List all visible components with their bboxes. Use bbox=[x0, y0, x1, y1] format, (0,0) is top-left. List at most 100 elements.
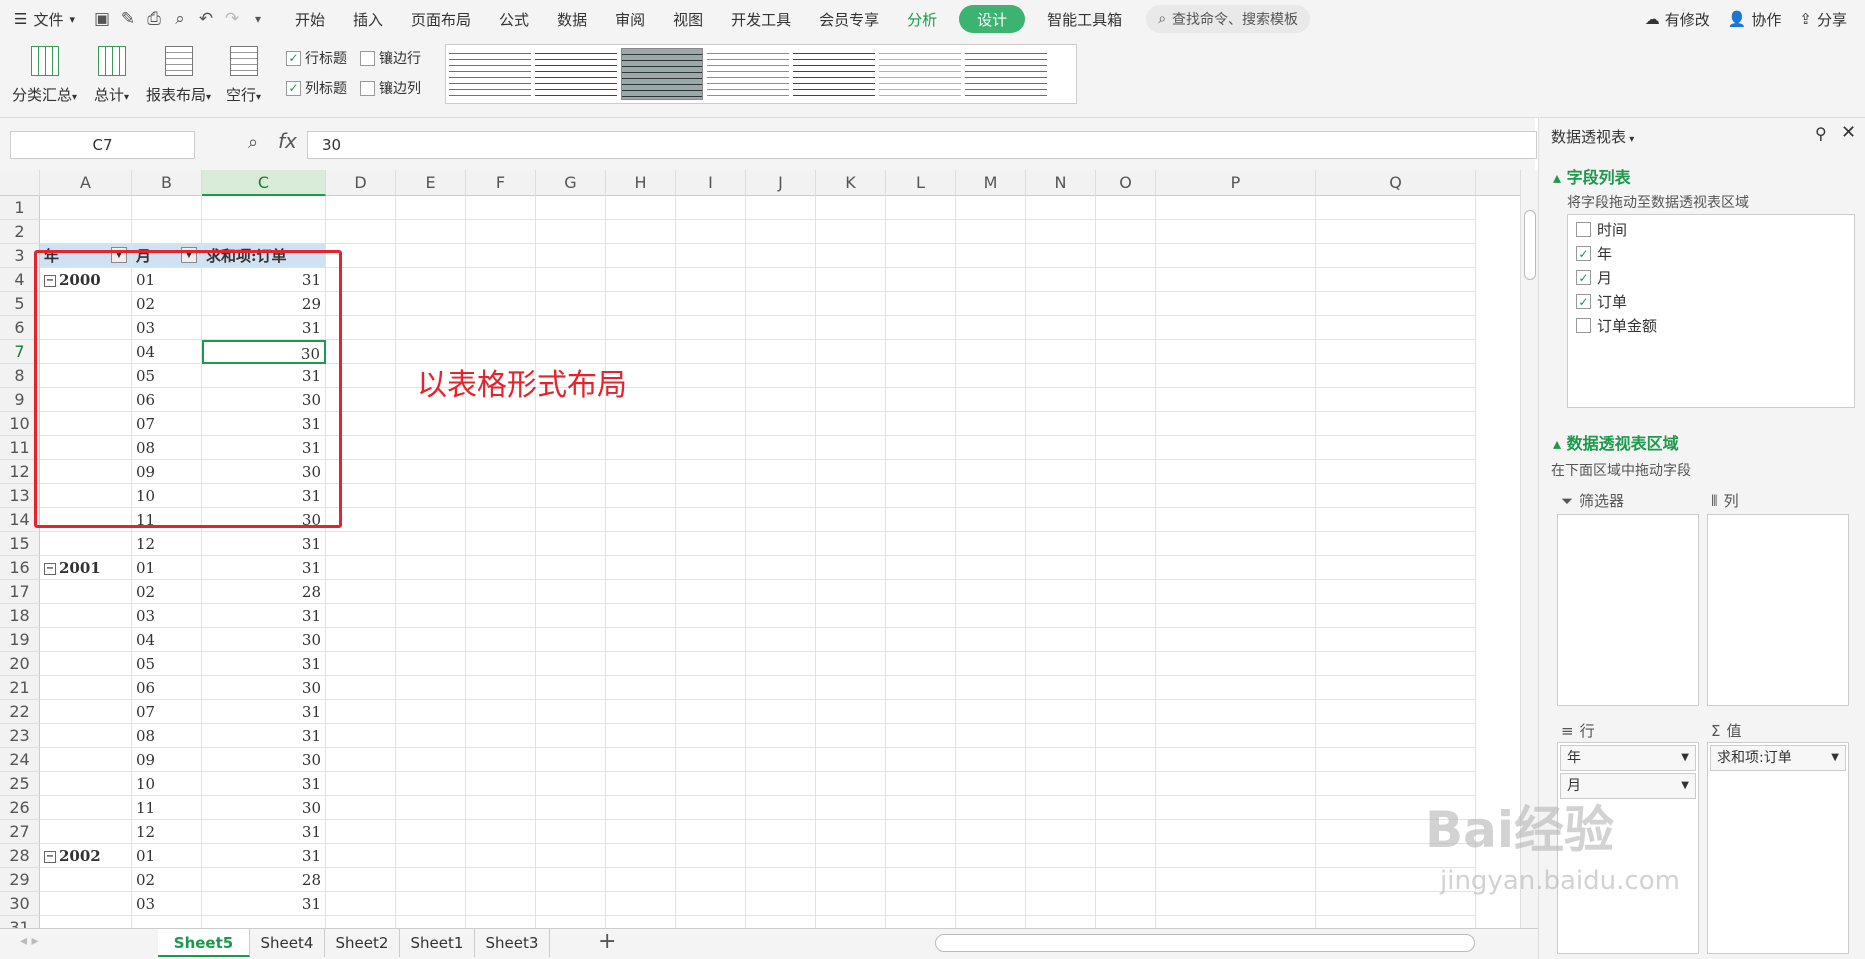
column-header-A[interactable]: A bbox=[40, 170, 132, 196]
cell-M15[interactable] bbox=[956, 532, 1026, 556]
cell-C28[interactable]: 31 bbox=[202, 844, 326, 868]
cell-J11[interactable] bbox=[746, 436, 816, 460]
tab-7[interactable]: 开发工具 bbox=[717, 0, 805, 38]
cell-D31[interactable] bbox=[326, 916, 396, 928]
column-header-H[interactable]: H bbox=[606, 170, 676, 196]
cell-G29[interactable] bbox=[536, 868, 606, 892]
cell-G2[interactable] bbox=[536, 220, 606, 244]
cell-O24[interactable] bbox=[1096, 748, 1156, 772]
undo-icon[interactable]: ↶ bbox=[193, 0, 219, 38]
cell-O16[interactable] bbox=[1096, 556, 1156, 580]
cell-L9[interactable] bbox=[886, 388, 956, 412]
subtotal-button[interactable]: 分类汇总▾ bbox=[12, 46, 77, 105]
pivot-style-6[interactable] bbox=[879, 48, 961, 100]
cell-F31[interactable] bbox=[466, 916, 536, 928]
row-header[interactable]: 21 bbox=[0, 676, 40, 700]
cell-F20[interactable] bbox=[466, 652, 536, 676]
cell-M12[interactable] bbox=[956, 460, 1026, 484]
cell-E17[interactable] bbox=[396, 580, 466, 604]
cell-P15[interactable] bbox=[1156, 532, 1316, 556]
checkbox[interactable]: ✓ bbox=[1576, 246, 1591, 261]
tab-1[interactable]: 插入 bbox=[339, 0, 397, 38]
cell-H19[interactable] bbox=[606, 628, 676, 652]
cell-K15[interactable] bbox=[816, 532, 886, 556]
cell-E1[interactable] bbox=[396, 196, 466, 220]
cell-B19[interactable]: 04 bbox=[132, 628, 202, 652]
cell-B23[interactable]: 08 bbox=[132, 724, 202, 748]
cell-H21[interactable] bbox=[606, 676, 676, 700]
column-zone[interactable] bbox=[1707, 514, 1849, 706]
cell-Q10[interactable] bbox=[1316, 412, 1476, 436]
cell-O19[interactable] bbox=[1096, 628, 1156, 652]
sheet-tab-sheet3[interactable]: Sheet3 bbox=[475, 929, 550, 957]
cell-C24[interactable]: 30 bbox=[202, 748, 326, 772]
cell-G17[interactable] bbox=[536, 580, 606, 604]
cell-C18[interactable]: 31 bbox=[202, 604, 326, 628]
cell-J12[interactable] bbox=[746, 460, 816, 484]
cell-P27[interactable] bbox=[1156, 820, 1316, 844]
tab-0[interactable]: 开始 bbox=[281, 0, 339, 38]
cell-K21[interactable] bbox=[816, 676, 886, 700]
cell-F19[interactable] bbox=[466, 628, 536, 652]
cell-G20[interactable] bbox=[536, 652, 606, 676]
cell-I5[interactable] bbox=[676, 292, 746, 316]
cell-B17[interactable]: 02 bbox=[132, 580, 202, 604]
cell-M7[interactable] bbox=[956, 340, 1026, 364]
tab-smart-tools[interactable]: 智能工具箱 bbox=[1033, 0, 1136, 38]
cell-L15[interactable] bbox=[886, 532, 956, 556]
cell-E15[interactable] bbox=[396, 532, 466, 556]
cell-B18[interactable]: 03 bbox=[132, 604, 202, 628]
cell-D28[interactable] bbox=[326, 844, 396, 868]
cell-N18[interactable] bbox=[1026, 604, 1096, 628]
cell-E24[interactable] bbox=[396, 748, 466, 772]
pivot-style-7[interactable] bbox=[965, 48, 1047, 100]
cell-D24[interactable] bbox=[326, 748, 396, 772]
cell-A20[interactable] bbox=[40, 652, 132, 676]
cell-Q7[interactable] bbox=[1316, 340, 1476, 364]
cell-M31[interactable] bbox=[956, 916, 1026, 928]
cell-H29[interactable] bbox=[606, 868, 676, 892]
cell-N14[interactable] bbox=[1026, 508, 1096, 532]
cell-L13[interactable] bbox=[886, 484, 956, 508]
cell-G31[interactable] bbox=[536, 916, 606, 928]
cell-O26[interactable] bbox=[1096, 796, 1156, 820]
cell-L29[interactable] bbox=[886, 868, 956, 892]
sheet-tab-sheet5[interactable]: Sheet5 bbox=[158, 929, 250, 957]
cell-N9[interactable] bbox=[1026, 388, 1096, 412]
cell-A30[interactable] bbox=[40, 892, 132, 916]
cell-F5[interactable] bbox=[466, 292, 536, 316]
cell-G26[interactable] bbox=[536, 796, 606, 820]
cell-G21[interactable] bbox=[536, 676, 606, 700]
cell-L1[interactable] bbox=[886, 196, 956, 220]
cell-H16[interactable] bbox=[606, 556, 676, 580]
cell-F22[interactable] bbox=[466, 700, 536, 724]
cell-D1[interactable] bbox=[326, 196, 396, 220]
cell-Q9[interactable] bbox=[1316, 388, 1476, 412]
cell-H23[interactable] bbox=[606, 724, 676, 748]
cell-N15[interactable] bbox=[1026, 532, 1096, 556]
cell-C19[interactable]: 30 bbox=[202, 628, 326, 652]
cell-K26[interactable] bbox=[816, 796, 886, 820]
column-header-N[interactable]: N bbox=[1026, 170, 1096, 196]
cell-I4[interactable] bbox=[676, 268, 746, 292]
cell-O12[interactable] bbox=[1096, 460, 1156, 484]
row-header[interactable]: 22 bbox=[0, 700, 40, 724]
row-header[interactable]: 1 bbox=[0, 196, 40, 220]
cell-K7[interactable] bbox=[816, 340, 886, 364]
cell-P30[interactable] bbox=[1156, 892, 1316, 916]
cell-F17[interactable] bbox=[466, 580, 536, 604]
cell-I17[interactable] bbox=[676, 580, 746, 604]
cell-J9[interactable] bbox=[746, 388, 816, 412]
cell-P18[interactable] bbox=[1156, 604, 1316, 628]
cell-A23[interactable] bbox=[40, 724, 132, 748]
cell-G5[interactable] bbox=[536, 292, 606, 316]
cell-J17[interactable] bbox=[746, 580, 816, 604]
cell-K17[interactable] bbox=[816, 580, 886, 604]
cell-Q1[interactable] bbox=[1316, 196, 1476, 220]
cell-L27[interactable] bbox=[886, 820, 956, 844]
cell-Q20[interactable] bbox=[1316, 652, 1476, 676]
cell-H25[interactable] bbox=[606, 772, 676, 796]
cell-F23[interactable] bbox=[466, 724, 536, 748]
cell-F26[interactable] bbox=[466, 796, 536, 820]
cell-O11[interactable] bbox=[1096, 436, 1156, 460]
